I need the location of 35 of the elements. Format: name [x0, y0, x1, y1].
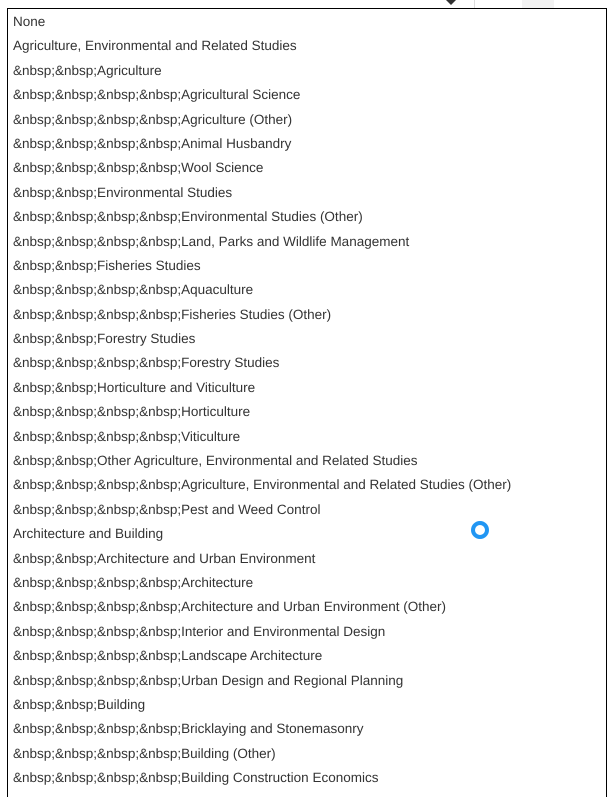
- dropdown-option[interactable]: Architecture and Building: [8, 522, 606, 547]
- dropdown-option[interactable]: &nbsp;&nbsp;&nbsp;&nbsp;Bricklaying and Stonemasonry: [8, 717, 606, 742]
- dropdown-option[interactable]: &nbsp;&nbsp;&nbsp;&nbsp;Fisheries Studies (Other): [8, 302, 606, 328]
- dropdown-option[interactable]: &nbsp;&nbsp;&nbsp;&nbsp;Building (Other): [8, 742, 606, 766]
- dropdown-option[interactable]: &nbsp;&nbsp;Building: [8, 692, 606, 718]
- dropdown-option[interactable]: Agriculture, Environmental and Related Studies: [8, 34, 606, 59]
- dropdown-option[interactable]: &nbsp;&nbsp;Other Agriculture, Environmental and Related Studies: [8, 449, 606, 474]
- dropdown-option[interactable]: &nbsp;&nbsp;&nbsp;&nbsp;Environmental Studies (Other): [8, 205, 606, 230]
- button-background: [522, 0, 554, 8]
- dropdown-option[interactable]: &nbsp;&nbsp;&nbsp;&nbsp;Interior and Environmental Design: [8, 620, 606, 644]
- dropdown-option[interactable]: &nbsp;&nbsp;Architecture and Urban Environment: [8, 546, 606, 571]
- dropdown-option[interactable]: &nbsp;&nbsp;&nbsp;&nbsp;Horticulture: [8, 400, 606, 425]
- dropdown-option[interactable]: &nbsp;&nbsp;&nbsp;&nbsp;Landscape Architecture: [8, 644, 606, 669]
- loading-spinner-icon: [471, 521, 489, 539]
- dropdown-option[interactable]: &nbsp;&nbsp;&nbsp;&nbsp;Agricultural Science: [8, 83, 606, 108]
- dropdown-option[interactable]: &nbsp;&nbsp;Agriculture: [8, 58, 606, 84]
- dropdown-option[interactable]: &nbsp;&nbsp;&nbsp;&nbsp;Aquaculture: [8, 278, 606, 303]
- dropdown-option[interactable]: None: [8, 10, 606, 34]
- dropdown-option[interactable]: &nbsp;&nbsp;&nbsp;&nbsp;Wool Science: [8, 156, 606, 181]
- dropdown-option[interactable]: &nbsp;&nbsp;Horticulture and Viticulture: [8, 376, 606, 400]
- dropdown-option[interactable]: &nbsp;&nbsp;&nbsp;&nbsp;Animal Husbandry: [8, 132, 606, 156]
- dropdown-option[interactable]: &nbsp;&nbsp;&nbsp;&nbsp;Building Construction Economics: [8, 766, 606, 790]
- dropdown-option[interactable]: &nbsp;&nbsp;Environmental Studies: [8, 180, 606, 206]
- dropdown-option[interactable]: &nbsp;&nbsp;Forestry Studies: [8, 327, 606, 352]
- dropdown-option[interactable]: &nbsp;&nbsp;&nbsp;&nbsp;Agriculture, Environmental and Related Studies (Other): [8, 473, 606, 498]
- dropdown-option[interactable]: &nbsp;&nbsp;&nbsp;&nbsp;Architecture and Urban Environment (Other): [8, 595, 606, 620]
- dropdown-option[interactable]: &nbsp;&nbsp;&nbsp;&nbsp;Pest and Weed Control: [8, 498, 606, 522]
- caret-icon: [446, 0, 456, 5]
- dropdown-option[interactable]: &nbsp;&nbsp;&nbsp;&nbsp;Land, Parks and Wildlife Management: [8, 230, 606, 254]
- dropdown-option[interactable]: &nbsp;&nbsp;Fisheries Studies: [8, 254, 606, 278]
- dropdown-option[interactable]: &nbsp;&nbsp;&nbsp;&nbsp;Forestry Studies: [8, 351, 606, 376]
- dropdown-option[interactable]: &nbsp;&nbsp;&nbsp;&nbsp;Urban Design and Regional Planning: [8, 668, 606, 693]
- dropdown-option[interactable]: &nbsp;&nbsp;&nbsp;&nbsp;Architecture: [8, 570, 606, 596]
- dropdown-option[interactable]: &nbsp;&nbsp;&nbsp;&nbsp;Viticulture: [8, 424, 606, 450]
- dropdown-option[interactable]: &nbsp;&nbsp;&nbsp;&nbsp;Agriculture (Other): [8, 108, 606, 132]
